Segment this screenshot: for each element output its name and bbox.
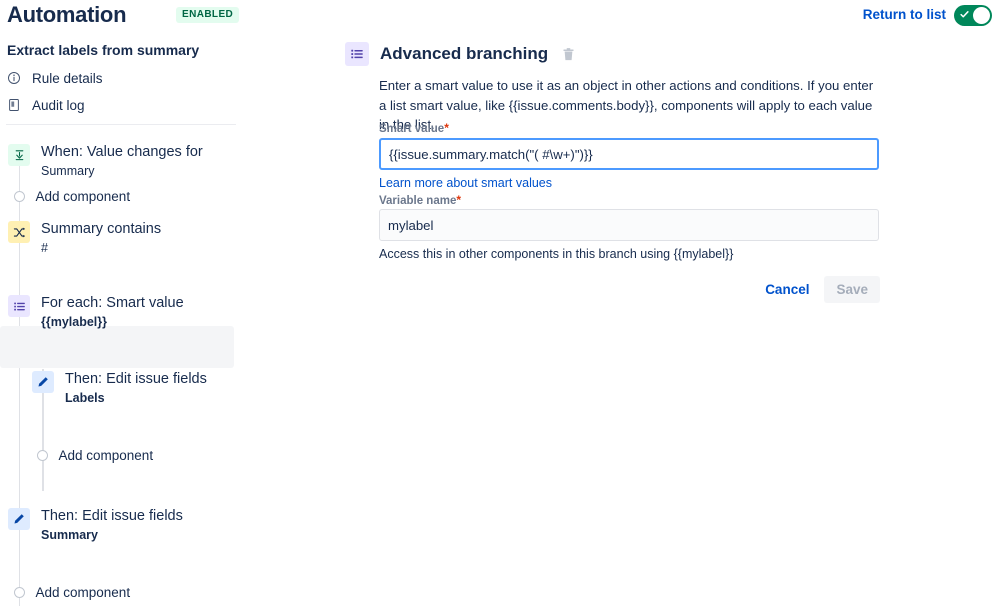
rule-step-subtitle: Summary (41, 528, 98, 542)
smart-value-label: Smart value* (379, 121, 449, 135)
add-component-button-nested[interactable]: Add component (31, 448, 153, 463)
condition-shuffle-icon (8, 221, 30, 243)
top-bar: Automation ENABLED Return to list (0, 0, 999, 36)
sidebar-divider (6, 124, 236, 125)
rule-step-subtitle: # (41, 241, 48, 255)
smart-value-label-text: Smart value (379, 123, 445, 135)
toggle-knob (973, 7, 990, 24)
document-icon (9, 99, 19, 111)
rule-step-trigger[interactable]: When: Value changes for Summary (8, 143, 203, 180)
status-badge: ENABLED (176, 7, 240, 23)
edit-pencil-icon (32, 371, 54, 393)
rule-step-action-labels[interactable]: Then: Edit issue fields Labels (32, 370, 207, 407)
rule-step-title: For each: Smart value (41, 295, 184, 311)
cancel-button[interactable]: Cancel (757, 276, 817, 303)
selected-step-highlight (0, 326, 234, 368)
rule-step-condition[interactable]: Summary contains # (8, 220, 161, 257)
component-description: Enter a smart value to use it as an obje… (379, 78, 874, 132)
save-button[interactable]: Save (824, 276, 880, 303)
component-title: Advanced branching (380, 44, 549, 63)
component-detail-panel: Advanced branching Enter a smart value t… (340, 36, 999, 606)
delete-component-button[interactable] (561, 47, 576, 62)
variable-name-input[interactable] (379, 209, 879, 241)
form-actions: Cancel Save (757, 276, 880, 303)
add-component-label: Add component (35, 189, 131, 204)
rule-step-branch[interactable]: For each: Smart value {{mylabel}} (8, 294, 184, 331)
variable-name-label: Variable name* (379, 193, 461, 207)
rule-step-title: Then: Edit issue fields (65, 371, 207, 387)
add-component-label: Add component (58, 448, 154, 463)
rule-step-subtitle: Labels (65, 391, 105, 405)
edit-pencil-icon (8, 508, 30, 530)
check-icon (960, 11, 969, 18)
variable-name-label-text: Variable name (379, 195, 457, 207)
sidebar-item-label: Rule details (32, 70, 103, 86)
return-to-list-link[interactable]: Return to list (863, 7, 946, 22)
rule-step-action-summary[interactable]: Then: Edit issue fields Summary (8, 507, 183, 544)
rule-step-subtitle: {{mylabel}} (41, 315, 108, 329)
sidebar-item-audit-log[interactable]: Audit log (7, 94, 85, 116)
learn-more-smart-values-link[interactable]: Learn more about smart values (379, 176, 552, 190)
add-component-dot-icon (13, 587, 25, 598)
rule-step-title: When: Value changes for (41, 144, 203, 160)
branch-list-icon (8, 295, 30, 317)
add-component-button-bottom[interactable]: Add component (8, 585, 130, 600)
smart-value-input[interactable] (379, 138, 879, 170)
branch-list-icon (345, 42, 369, 66)
required-asterisk: * (456, 193, 462, 207)
add-component-label: Add component (35, 585, 131, 600)
info-circle-icon (8, 72, 20, 84)
page-title: Automation (7, 2, 127, 27)
panel-header: Advanced branching (345, 42, 576, 66)
add-component-dot-icon (36, 450, 48, 461)
sidebar-item-label: Audit log (32, 97, 85, 113)
rule-step-title: Then: Edit issue fields (41, 508, 183, 524)
rule-name: Extract labels from summary (7, 42, 200, 58)
required-asterisk: * (444, 121, 449, 135)
variable-name-helper-text: Access this in other components in this … (379, 247, 734, 261)
rule-sidebar: Extract labels from summary Rule details… (0, 36, 340, 606)
add-component-dot-icon (13, 191, 25, 202)
rule-step-subtitle: Summary (41, 164, 95, 178)
rule-enabled-toggle[interactable] (954, 5, 992, 26)
rule-step-title: Summary contains (41, 221, 162, 237)
sidebar-item-rule-details[interactable]: Rule details (7, 67, 103, 89)
add-component-button[interactable]: Add component (8, 189, 130, 204)
trash-icon (563, 47, 574, 60)
trigger-download-icon (8, 144, 30, 166)
